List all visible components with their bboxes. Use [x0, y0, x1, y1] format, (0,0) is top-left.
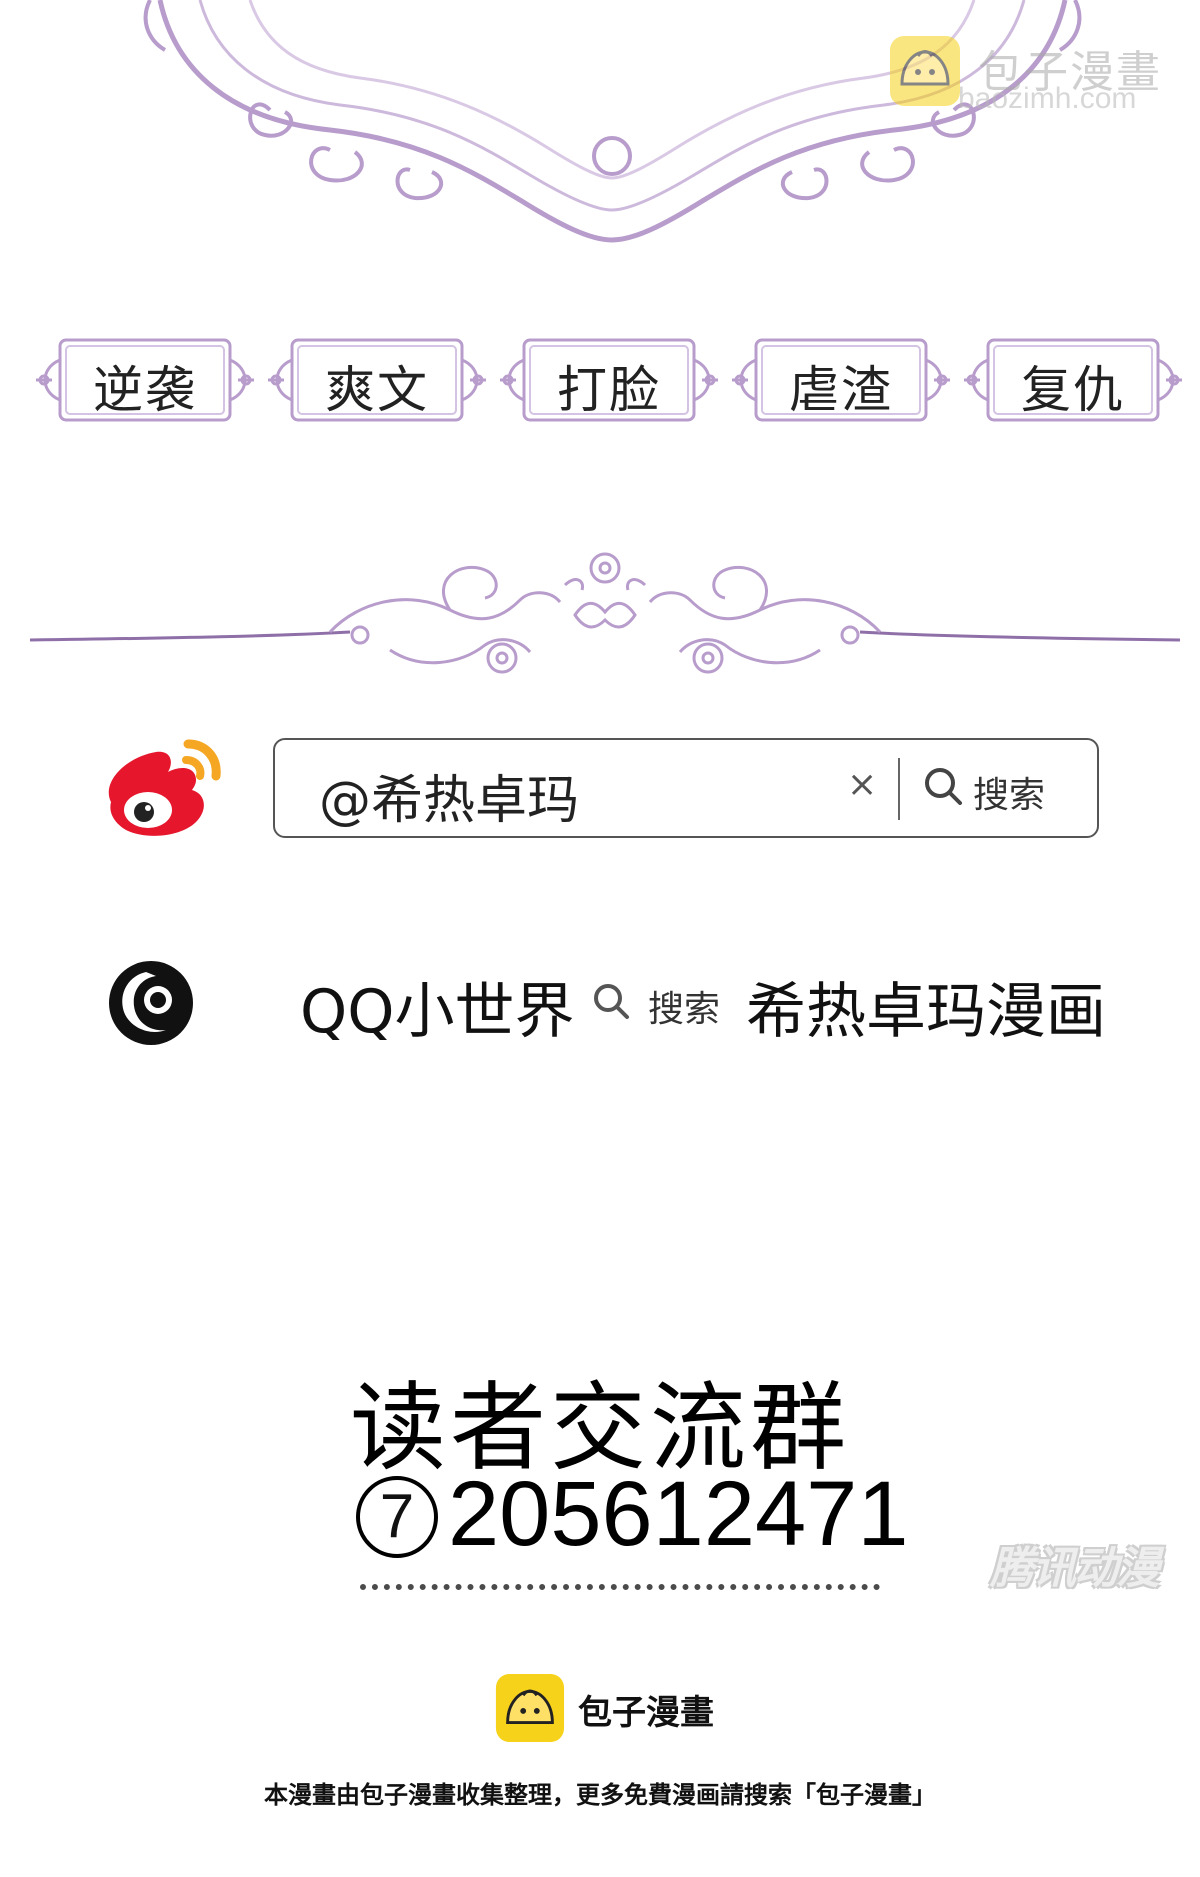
search-button[interactable]: 搜索 — [973, 766, 1045, 818]
floral-divider — [30, 552, 1180, 674]
qq-search-query: 希热卓玛漫画 — [746, 977, 1106, 1047]
clear-icon[interactable]: × — [847, 764, 877, 805]
footer-brand: 包子漫畫 — [578, 1693, 714, 1733]
tag-label: 复仇 — [1021, 361, 1125, 419]
qq-search-label: 搜索 — [648, 989, 721, 1030]
tag-badge: 逆袭 — [34, 330, 256, 430]
weibo-search-input[interactable]: @希热卓玛 — [319, 758, 579, 833]
qq-world-title: QQ小世界 — [300, 977, 575, 1047]
weibo-search-box[interactable]: @希热卓玛 × 搜索 — [273, 738, 1099, 838]
footer-note: 本漫畫由包子漫畫收集整理，更多免費漫画請搜索「包子漫畫」 — [264, 1781, 936, 1809]
tag-label: 爽文 — [325, 361, 429, 419]
tencent-watermark: 腾讯动漫 — [990, 1543, 1160, 1594]
cut-off-line — [360, 1584, 880, 1598]
circled-number-badge: 7 — [356, 1476, 438, 1558]
tag-badge: 爽文 — [266, 330, 488, 430]
tag-label: 打脸 — [557, 361, 661, 419]
group-number-text: 205612471 — [448, 1463, 909, 1565]
search-icon[interactable] — [923, 766, 963, 806]
watermark-url: baozimh.com — [958, 82, 1137, 115]
baozi-logo-icon — [890, 36, 960, 106]
tag-badge: 复仇 — [962, 330, 1184, 430]
search-icon — [594, 984, 629, 1019]
qq-channel-icon — [109, 961, 193, 1045]
weibo-icon — [108, 739, 221, 836]
baozi-logo-icon — [495, 1673, 565, 1743]
search-divider — [898, 758, 900, 820]
baozi-watermark: 包子漫畫 baozimh.com — [888, 34, 1178, 115]
tag-badge: 虐渣 — [730, 330, 952, 430]
tag-label: 虐渣 — [789, 361, 893, 419]
tag-badge: 打脸 — [498, 330, 720, 430]
genre-tags: 逆袭 爽文 打脸 虐渣 复仇 — [34, 330, 1184, 430]
tag-label: 逆袭 — [93, 361, 197, 419]
